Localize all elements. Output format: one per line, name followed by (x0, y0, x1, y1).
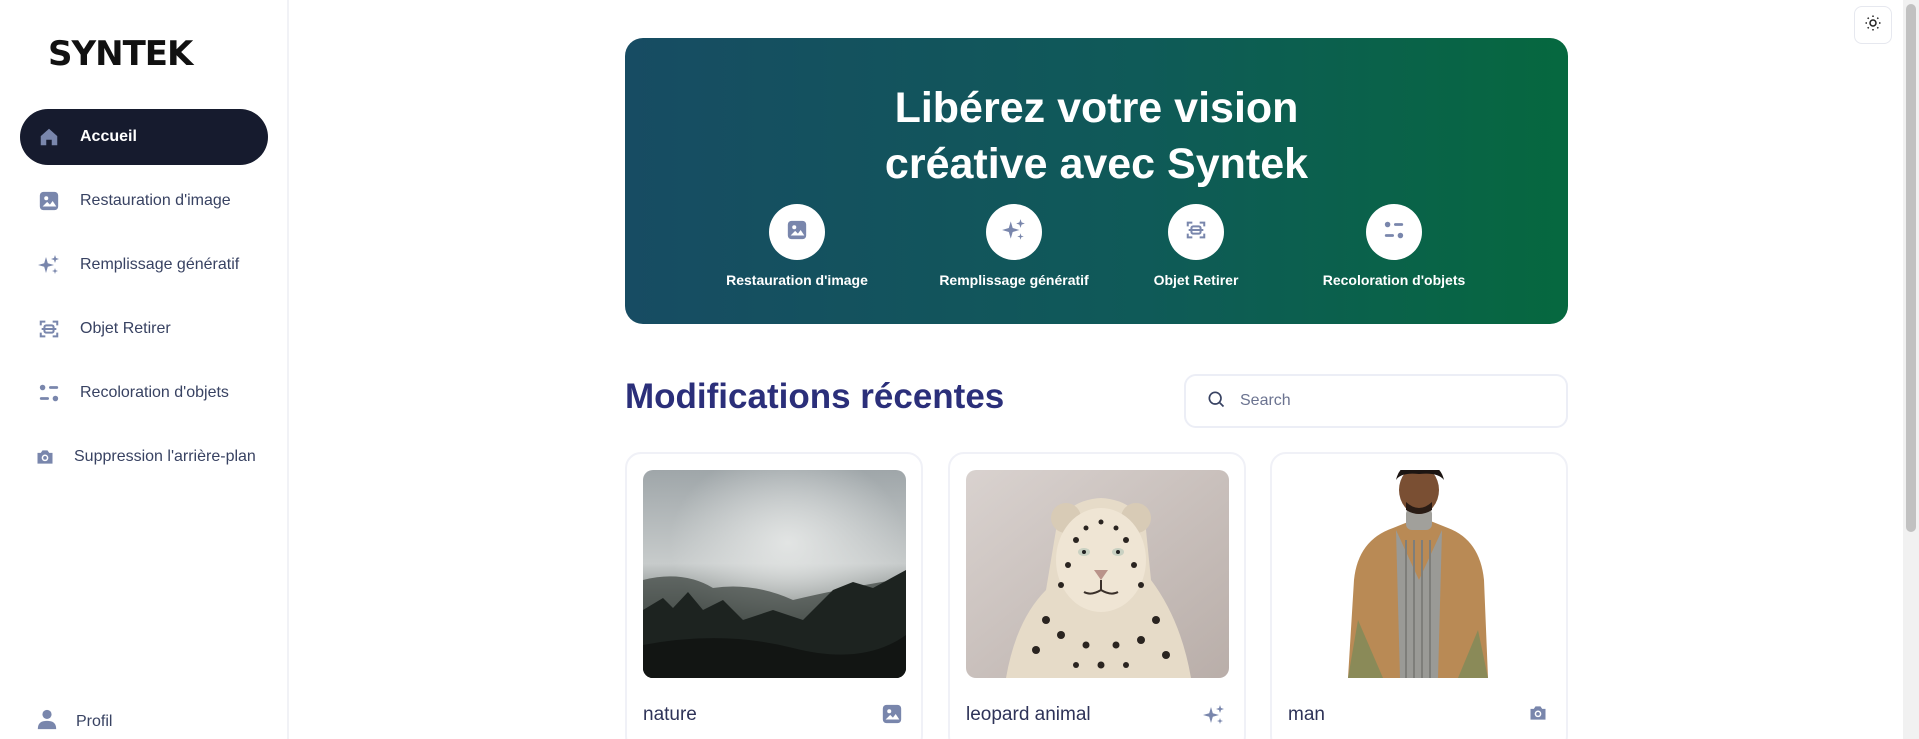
sidebar-nav: Accueil Restauration d'image Remplissage… (20, 109, 268, 493)
image-icon (36, 188, 62, 214)
hero-action-label: Objet Retirer (1153, 272, 1239, 288)
hero-action-remplissage[interactable]: Remplissage génératif (939, 204, 1089, 288)
hero-action-label: Restauration d'image (726, 272, 868, 288)
profile-link[interactable]: Profil (36, 708, 112, 735)
profile-label: Profil (76, 712, 113, 730)
hero-action-recoloration[interactable]: Recoloration d'objets (1322, 204, 1466, 288)
card-thumbnail-leopard (966, 470, 1229, 678)
sidebar-item-label: Recoloration d'objets (80, 384, 229, 401)
hero-action-objet-retirer[interactable]: Objet Retirer (1146, 204, 1246, 288)
syntek-logo[interactable]: SYNTEK (48, 34, 193, 74)
recent-card-nature[interactable]: nature (625, 452, 923, 739)
image-icon (786, 219, 808, 246)
sparkles-icon (1202, 703, 1226, 732)
filter-icon (36, 380, 62, 406)
scan-icon (36, 316, 62, 342)
sidebar-item-label: Restauration d'image (80, 192, 231, 209)
card-title: leopard animal (966, 704, 1091, 725)
sun-icon (1864, 14, 1882, 37)
camera-icon (32, 444, 58, 470)
sidebar-item-accueil[interactable]: Accueil (20, 109, 268, 165)
sparkles-icon (36, 252, 62, 278)
hero-action-restauration[interactable]: Restauration d'image (726, 204, 868, 288)
recent-card-leopard[interactable]: leopard animal (948, 452, 1246, 739)
card-thumbnail-nature (643, 470, 906, 678)
sidebar: SYNTEK Accueil Restauration d'image Remp… (0, 0, 289, 739)
filter-icon (1383, 219, 1405, 246)
hero-action-circle (986, 204, 1042, 260)
search-input[interactable] (1240, 392, 1540, 410)
recent-card-man[interactable]: man (1270, 452, 1568, 739)
sidebar-item-restauration[interactable]: Restauration d'image (20, 173, 268, 229)
hero-title-line2: créative avec Syntek (884, 140, 1309, 188)
theme-toggle-button[interactable] (1854, 6, 1892, 44)
recent-edits-title: Modifications récentes (625, 377, 1005, 416)
sparkles-icon (1001, 217, 1027, 248)
sidebar-item-label: Objet Retirer (80, 320, 171, 337)
hero-actions: Restauration d'image Remplissage générat… (625, 204, 1568, 304)
vertical-scrollbar[interactable] (1903, 0, 1919, 739)
search-box[interactable] (1184, 374, 1568, 428)
hero-banner: Libérez votre vision créative avec Synte… (625, 38, 1568, 324)
hero-action-circle (1366, 204, 1422, 260)
camera-icon (1528, 703, 1548, 728)
sidebar-item-label: Accueil (80, 128, 137, 145)
scrollbar-thumb[interactable] (1906, 4, 1916, 532)
card-thumbnail-man (1288, 470, 1551, 678)
hero-action-circle (1168, 204, 1224, 260)
card-title: man (1288, 704, 1325, 725)
sidebar-item-suppression[interactable]: Suppression l'arrière-plan (20, 429, 268, 485)
user-icon (36, 708, 58, 735)
hero-action-circle (769, 204, 825, 260)
scan-icon (1185, 219, 1207, 246)
sidebar-item-label: Suppression l'arrière-plan (74, 448, 256, 465)
sidebar-item-objet-retirer[interactable]: Objet Retirer (20, 301, 268, 357)
hero-action-label: Remplissage génératif (939, 272, 1089, 288)
logo-text: SYNTEK (48, 34, 193, 74)
hero-title: Libérez votre vision créative avec Synte… (625, 80, 1568, 192)
sidebar-item-remplissage[interactable]: Remplissage génératif (20, 237, 268, 293)
sidebar-item-recoloration[interactable]: Recoloration d'objets (20, 365, 268, 421)
home-icon (36, 124, 62, 150)
search-icon (1206, 389, 1226, 414)
sidebar-item-label: Remplissage génératif (80, 256, 240, 273)
hero-title-line1: Libérez votre vision (894, 84, 1299, 132)
hero-action-label: Recoloration d'objets (1322, 272, 1466, 288)
image-icon (881, 703, 903, 730)
card-title: nature (643, 704, 697, 725)
